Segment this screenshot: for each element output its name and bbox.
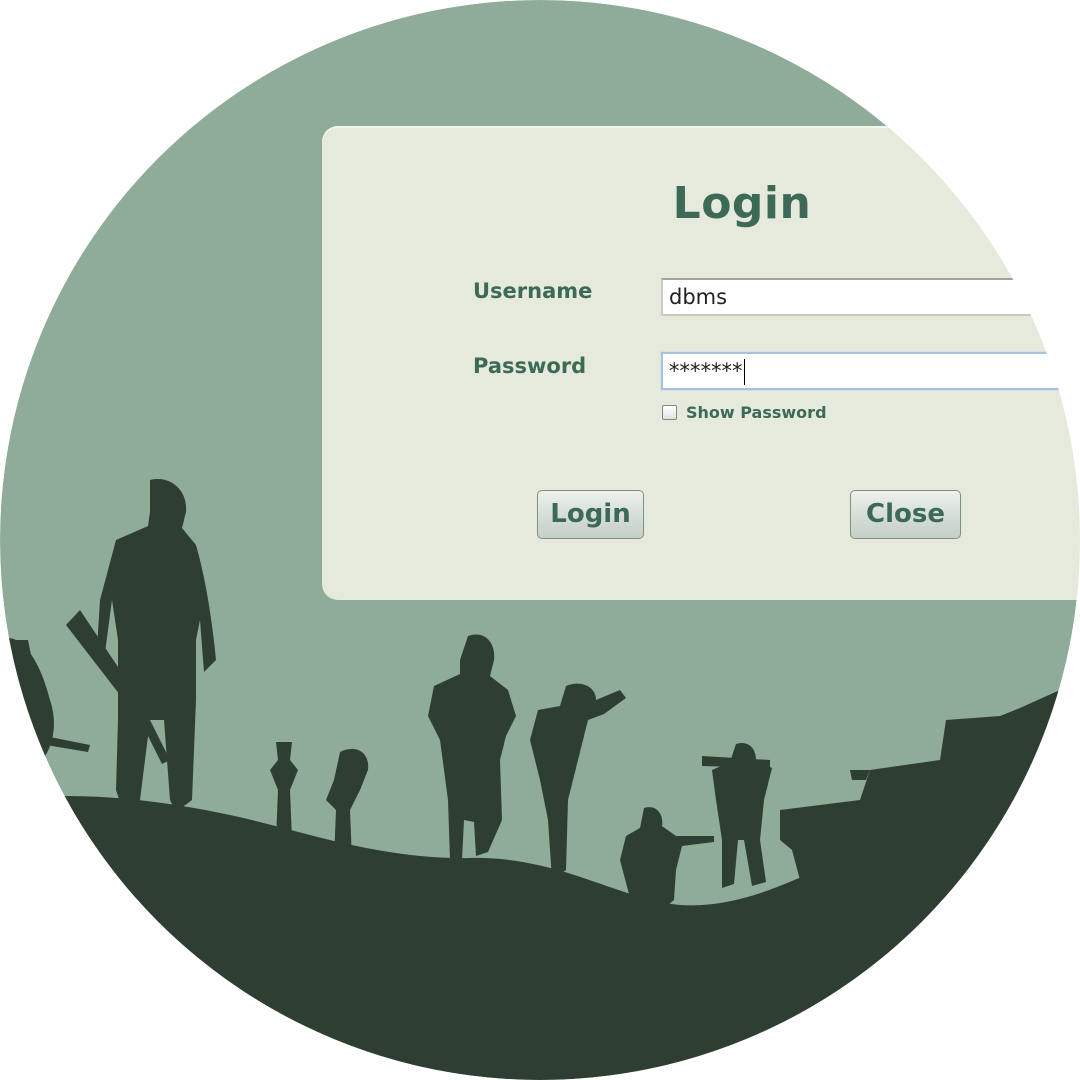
text-caret	[743, 359, 745, 385]
show-password-checkbox[interactable]	[662, 404, 677, 420]
password-label: Password	[473, 354, 587, 378]
login-button[interactable]: Login	[537, 490, 644, 539]
show-password-row[interactable]: Show Password	[662, 401, 827, 423]
show-password-label[interactable]: Show Password	[686, 403, 827, 422]
password-input[interactable]: *******	[661, 352, 1080, 390]
password-value: *******	[669, 359, 743, 383]
login-window: Login Username dbms Password ******* Sho…	[0, 0, 1080, 1080]
username-label: Username	[473, 279, 593, 303]
close-button[interactable]: Close	[850, 490, 961, 539]
username-input[interactable]: dbms	[661, 278, 1080, 316]
login-title: Login	[672, 178, 812, 229]
